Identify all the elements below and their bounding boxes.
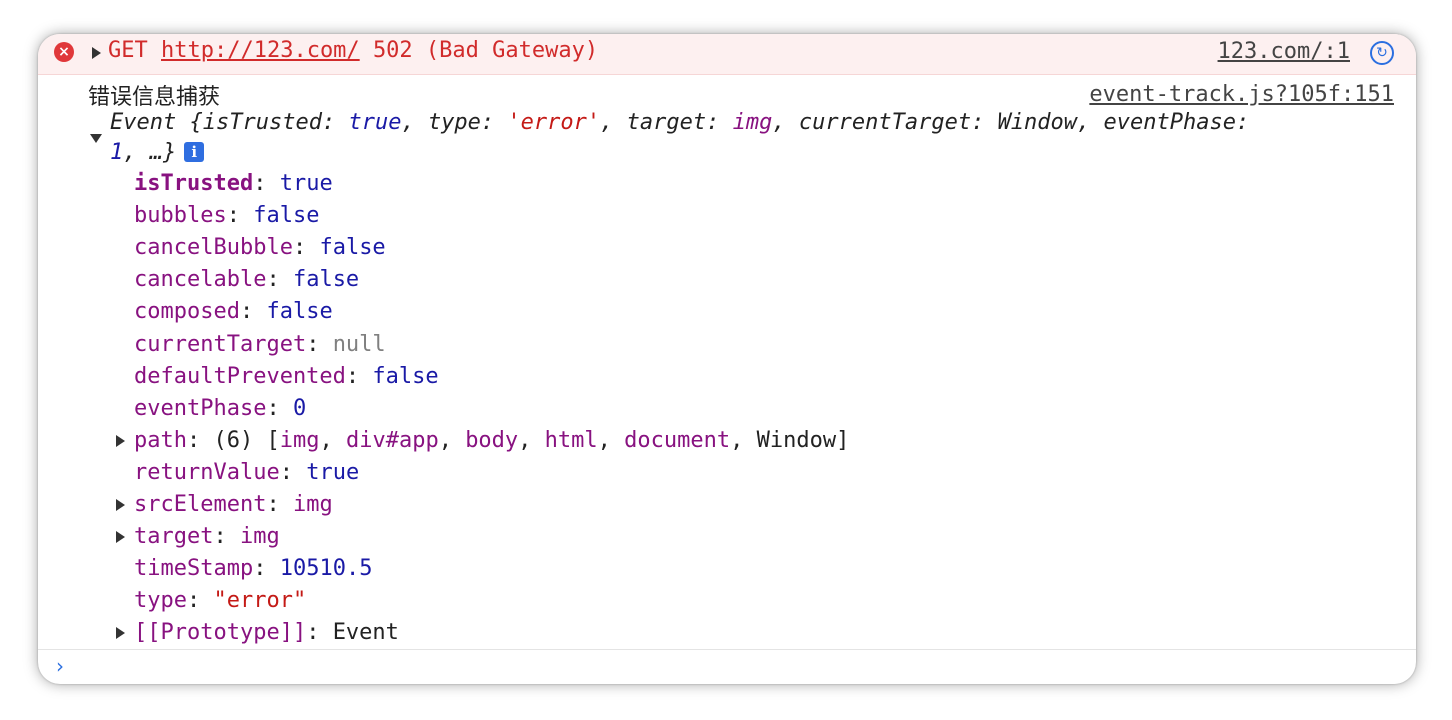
array-item: html: [544, 427, 598, 453]
property-key: composed: [134, 299, 240, 325]
property-colon: :: [186, 427, 214, 453]
property-colon: :: [186, 588, 214, 614]
array-prefix: (6) [: [213, 427, 280, 453]
property-colon: :: [253, 556, 280, 582]
event-summary-line2: 1, …} i: [110, 140, 205, 165]
array-separator: ,: [438, 427, 466, 453]
property-colon: :: [345, 363, 373, 389]
property-row[interactable]: srcElement: img: [116, 489, 333, 521]
error-message-row[interactable]: × GET http://123.com/ 502 (Bad Gateway) …: [38, 34, 1416, 75]
property-value: false: [372, 363, 439, 389]
error-source-link[interactable]: 123.com/:1: [1218, 39, 1350, 64]
array-separator: ,: [319, 427, 346, 453]
property-value: 10510.5: [279, 556, 373, 582]
property-key: eventPhase: [134, 395, 267, 421]
log-label: 错误信息捕获: [88, 85, 221, 110]
property-value: false: [266, 299, 333, 325]
property-colon: :: [266, 395, 293, 421]
property-row: cancelable: false: [134, 264, 359, 296]
expand-triangle-icon[interactable]: [92, 47, 101, 59]
expand-triangle-icon[interactable]: [116, 627, 125, 640]
property-colon: :: [266, 492, 293, 517]
array-item: img: [279, 427, 320, 453]
property-colon: :: [306, 620, 333, 646]
property-row: timeStamp: 10510.5: [134, 553, 372, 585]
property-row: isTrusted: true: [134, 168, 333, 200]
property-value: null: [332, 331, 386, 357]
expand-triangle-icon[interactable]: [116, 531, 125, 544]
property-key: [[Prototype]]: [134, 620, 307, 646]
property-key: srcElement: [134, 492, 267, 517]
property-key: type: [134, 588, 187, 614]
error-url-link[interactable]: http://123.com/: [161, 38, 360, 63]
property-key: timeStamp: [134, 556, 254, 582]
property-colon: :: [213, 524, 240, 550]
info-icon[interactable]: i: [184, 142, 205, 162]
error-status: 502 (Bad Gateway): [372, 38, 599, 63]
property-row: composed: false: [134, 296, 333, 328]
property-value: true: [279, 171, 333, 196]
property-value: false: [253, 203, 320, 229]
array-item: document: [624, 427, 731, 453]
array-item: Window: [756, 427, 837, 453]
expand-triangle-icon[interactable]: [116, 499, 125, 511]
property-colon: :: [306, 331, 333, 357]
array-item: body: [465, 427, 519, 453]
property-row: returnValue: true: [134, 457, 359, 489]
property-key: path: [134, 427, 187, 453]
collapse-triangle-icon[interactable]: [90, 134, 102, 143]
network-request-icon[interactable]: ↻: [1370, 41, 1394, 65]
property-colon: :: [266, 267, 293, 293]
array-separator: ,: [597, 427, 625, 453]
property-row: eventPhase: 0: [134, 393, 306, 425]
property-row: cancelBubble: false: [134, 232, 386, 264]
property-value: false: [292, 267, 360, 293]
event-summary-line1[interactable]: Event {isTrusted: true, type: 'error', t…: [110, 110, 1249, 135]
property-key: target: [134, 524, 214, 550]
property-key: returnValue: [134, 459, 280, 485]
property-key: cancelBubble: [134, 235, 293, 261]
array-item: div#app: [345, 427, 439, 453]
property-value: "error": [213, 588, 307, 614]
property-value: Event: [332, 620, 399, 646]
property-key: isTrusted: [134, 171, 254, 196]
property-value: img: [292, 492, 333, 517]
property-value: false: [319, 235, 386, 261]
property-key: defaultPrevented: [134, 363, 346, 389]
log-source-link[interactable]: event-track.js?105f:151: [1089, 82, 1394, 107]
property-colon: :: [226, 203, 254, 229]
property-row: type: "error": [134, 585, 306, 617]
property-colon: :: [239, 299, 267, 325]
property-colon: :: [292, 235, 320, 261]
devtools-console: × GET http://123.com/ 502 (Bad Gateway) …: [38, 34, 1416, 684]
array-separator: ,: [518, 427, 545, 453]
error-icon: ×: [54, 42, 74, 62]
prompt-caret-icon: ›: [56, 654, 64, 678]
property-key: bubbles: [134, 203, 227, 229]
property-row: bubbles: false: [134, 200, 319, 232]
expand-triangle-icon[interactable]: [116, 434, 125, 447]
property-row: currentTarget: null: [134, 329, 386, 361]
property-value: 0: [292, 395, 307, 421]
array-separator: ,: [730, 427, 757, 453]
property-colon: :: [279, 459, 307, 485]
property-row: defaultPrevented: false: [134, 361, 439, 393]
console-input-row[interactable]: ›: [38, 649, 1416, 684]
property-row[interactable]: target: img: [116, 521, 280, 553]
property-key: cancelable: [134, 267, 267, 293]
property-value: img: [239, 524, 280, 550]
array-suffix: ]: [836, 427, 850, 453]
property-value: true: [306, 459, 360, 485]
property-row[interactable]: [[Prototype]]: Event: [116, 617, 399, 649]
property-row[interactable]: path: (6) [img, div#app, body, html, doc…: [116, 425, 850, 457]
error-text: GET http://123.com/ 502 (Bad Gateway): [108, 38, 598, 63]
error-method: GET: [108, 38, 148, 63]
property-key: currentTarget: [134, 331, 307, 357]
property-colon: :: [253, 171, 280, 196]
